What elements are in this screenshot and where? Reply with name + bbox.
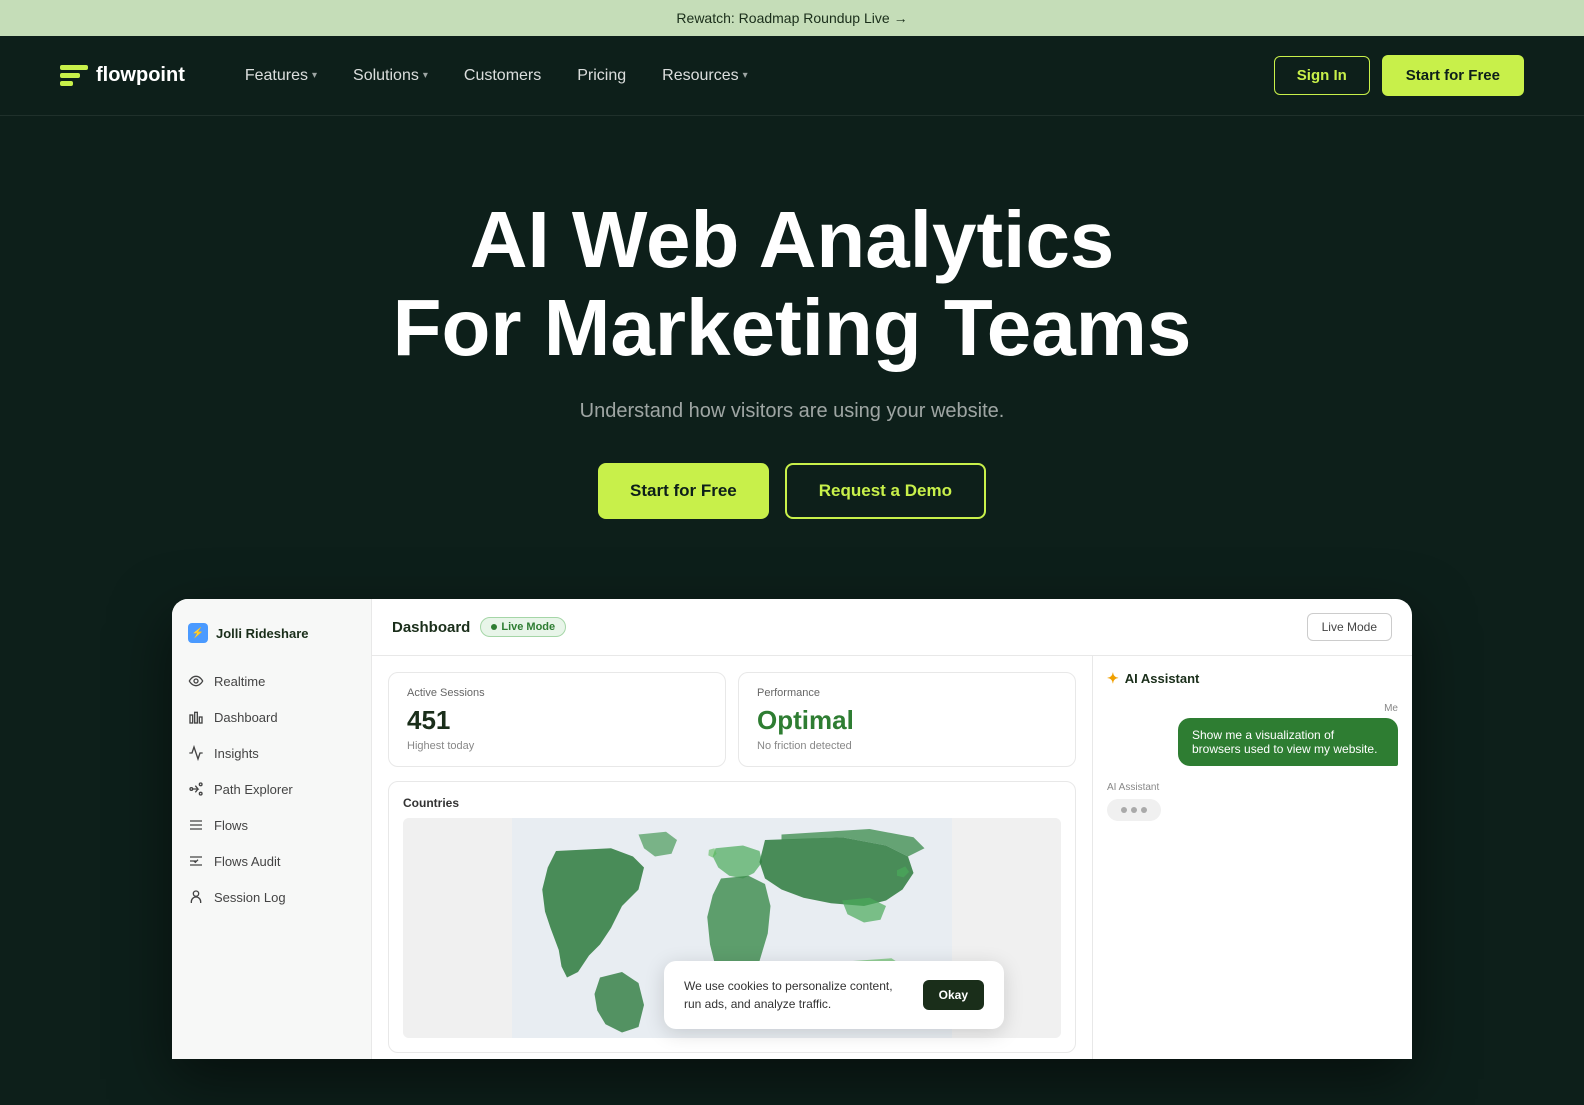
hero-subtext: Understand how visitors are using your w… bbox=[60, 400, 1524, 423]
chevron-down-icon: ▾ bbox=[423, 70, 428, 81]
stats-row: Active Sessions 451 Highest today Perfor… bbox=[388, 672, 1076, 767]
main-content: Dashboard Live Mode Live Mode Active Ses… bbox=[372, 599, 1412, 1059]
sidebar-item-path-explorer[interactable]: Path Explorer bbox=[172, 771, 371, 807]
nav-resources[interactable]: Resources ▾ bbox=[662, 67, 748, 85]
flows-icon bbox=[188, 817, 204, 833]
ai-header: ✦ AI Assistant bbox=[1107, 670, 1398, 687]
dot-2 bbox=[1131, 807, 1137, 813]
insights-icon bbox=[188, 745, 204, 761]
sidebar-item-realtime[interactable]: Realtime bbox=[172, 663, 371, 699]
sidebar-brand: ⚡ Jolli Rideshare bbox=[172, 615, 371, 663]
cookie-okay-button[interactable]: Okay bbox=[923, 980, 984, 1010]
signin-button[interactable]: Sign In bbox=[1274, 56, 1370, 95]
sidebar-item-insights[interactable]: Insights bbox=[172, 735, 371, 771]
hero-demo-button[interactable]: Request a Demo bbox=[785, 463, 986, 519]
sidebar-item-dashboard[interactable]: Dashboard bbox=[172, 699, 371, 735]
cookie-banner: We use cookies to personalize content, r… bbox=[664, 961, 1004, 1029]
brand-icon: ⚡ bbox=[188, 623, 208, 643]
sidebar-item-flows[interactable]: Flows bbox=[172, 807, 371, 843]
typing-indicator bbox=[1107, 799, 1161, 821]
hero-headline: AI Web Analytics For Marketing Teams bbox=[342, 196, 1242, 372]
dash-title: Dashboard Live Mode bbox=[392, 617, 566, 637]
session-icon bbox=[188, 889, 204, 905]
dashboard-container: ⚡ Jolli Rideshare Realtime Dashboard Ins… bbox=[172, 599, 1412, 1059]
dash-header: Dashboard Live Mode Live Mode bbox=[372, 599, 1412, 656]
flows-audit-icon bbox=[188, 853, 204, 869]
live-dot bbox=[491, 624, 497, 630]
sidebar-nav: Realtime Dashboard Insights Path Explore… bbox=[172, 663, 371, 915]
top-banner: Rewatch: Roadmap Roundup Live → bbox=[0, 0, 1584, 36]
chevron-down-icon: ▾ bbox=[312, 70, 317, 81]
ai-assistant-panel: ✦ AI Assistant Me Show me a visualizatio… bbox=[1092, 656, 1412, 1059]
hero-start-free-button[interactable]: Start for Free bbox=[598, 463, 769, 519]
nav-customers[interactable]: Customers bbox=[464, 67, 541, 85]
live-badge: Live Mode bbox=[480, 617, 566, 637]
nav-pricing[interactable]: Pricing bbox=[577, 67, 626, 85]
banner-arrow: → bbox=[894, 10, 908, 26]
chat-me-label: Me bbox=[1107, 703, 1398, 714]
cookie-text: We use cookies to personalize content, r… bbox=[684, 977, 907, 1013]
logo-text: flowpoint bbox=[96, 64, 185, 87]
nav-features[interactable]: Features ▾ bbox=[245, 67, 317, 85]
chat-me-bubble: Show me a visualization of browsers used… bbox=[1178, 718, 1398, 766]
bar-chart-icon bbox=[188, 709, 204, 725]
dash-body: Active Sessions 451 Highest today Perfor… bbox=[372, 656, 1412, 1059]
dash-left: Active Sessions 451 Highest today Perfor… bbox=[372, 656, 1092, 1059]
eye-icon bbox=[188, 673, 204, 689]
banner-text: Rewatch: Roadmap Roundup Live bbox=[676, 10, 889, 26]
dashboard-wrapper: ⚡ Jolli Rideshare Realtime Dashboard Ins… bbox=[152, 599, 1432, 1059]
performance-card: Performance Optimal No friction detected bbox=[738, 672, 1076, 767]
nav-links: Features ▾ Solutions ▾ Customers Pricing… bbox=[245, 67, 1274, 85]
sidebar-item-flows-audit[interactable]: Flows Audit bbox=[172, 843, 371, 879]
ai-response-label: AI Assistant bbox=[1107, 782, 1398, 793]
navbar: flowpoint Features ▾ Solutions ▾ Custome… bbox=[0, 36, 1584, 116]
logo-icon bbox=[60, 65, 88, 87]
start-free-button[interactable]: Start for Free bbox=[1382, 55, 1524, 96]
live-mode-button[interactable]: Live Mode bbox=[1307, 613, 1392, 641]
sidebar: ⚡ Jolli Rideshare Realtime Dashboard Ins… bbox=[172, 599, 372, 1059]
logo[interactable]: flowpoint bbox=[60, 64, 185, 87]
path-icon bbox=[188, 781, 204, 797]
dot-3 bbox=[1141, 807, 1147, 813]
nav-solutions[interactable]: Solutions ▾ bbox=[353, 67, 428, 85]
dot-1 bbox=[1121, 807, 1127, 813]
hero-section: AI Web Analytics For Marketing Teams Und… bbox=[0, 116, 1584, 579]
active-sessions-card: Active Sessions 451 Highest today bbox=[388, 672, 726, 767]
chevron-down-icon: ▾ bbox=[743, 70, 748, 81]
sidebar-item-session-log[interactable]: Session Log bbox=[172, 879, 371, 915]
star-icon: ✦ bbox=[1107, 670, 1119, 687]
nav-actions: Sign In Start for Free bbox=[1274, 55, 1524, 96]
hero-buttons: Start for Free Request a Demo bbox=[60, 463, 1524, 519]
